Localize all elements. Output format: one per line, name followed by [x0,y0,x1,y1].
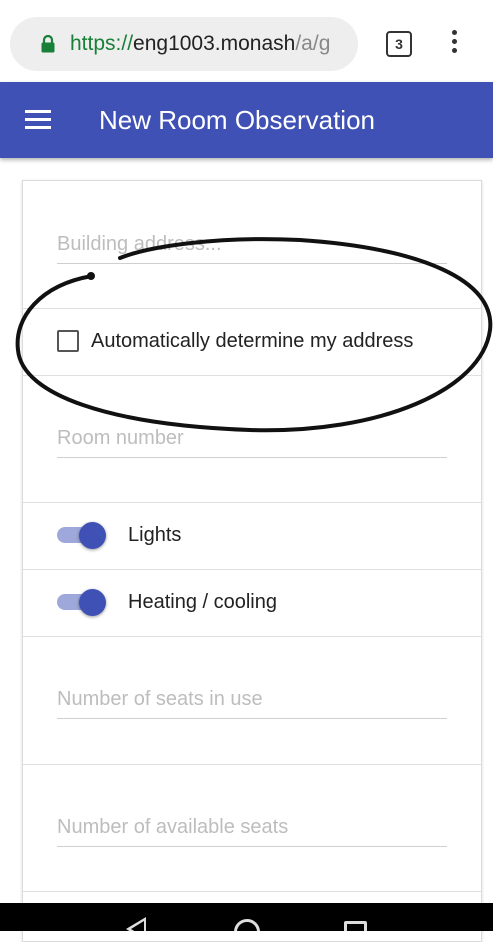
app-bar: New Room Observation [0,82,493,158]
auto-address-checkbox[interactable] [57,330,79,352]
heating-row[interactable]: Heating / cooling [23,569,481,637]
auto-address-label: Automatically determine my address [91,330,414,352]
seats-in-use-input[interactable]: Number of seats in use [57,688,263,711]
url-host: eng1003.monash [133,32,296,55]
building-address-underline [57,263,447,264]
lights-switch[interactable] [57,522,107,549]
recent-apps-icon[interactable] [344,921,367,931]
url-scheme: https:// [70,32,134,55]
available-seats-underline [57,846,447,847]
lights-label: Lights [128,524,182,546]
url-path: /a/g [295,32,331,55]
home-icon[interactable] [234,919,260,931]
building-address-input[interactable]: Building address... [57,233,222,256]
back-icon[interactable] [126,917,146,931]
address-bar[interactable]: https://eng1003.monash/a/g [10,17,358,71]
system-navigation-bar [0,903,493,931]
seats-in-use-underline [57,718,447,719]
url-text: https://eng1003.monash/a/g [70,17,330,71]
heating-switch[interactable] [57,589,107,616]
heating-switch-thumb [79,589,106,616]
auto-address-row[interactable]: Automatically determine my address [23,308,481,376]
lights-switch-thumb [79,522,106,549]
overflow-menu-icon[interactable] [446,30,462,58]
available-seats-input[interactable]: Number of available seats [57,816,288,839]
seats-in-use-row: Number of seats in use [23,636,481,765]
heating-label: Heating / cooling [128,591,277,613]
lights-row[interactable]: Lights [23,502,481,570]
building-address-row: Building address... [23,181,481,309]
observation-form-card: Building address... Automatically determ… [22,180,482,942]
page-title: New Room Observation [99,105,375,135]
room-number-row: Room number [23,375,481,503]
room-number-underline [57,457,447,458]
room-number-input[interactable]: Room number [57,427,184,450]
lock-icon [41,35,55,53]
hamburger-menu-icon[interactable] [25,110,51,130]
available-seats-row: Number of available seats [23,764,481,892]
tab-switcher-button[interactable]: 3 [386,31,412,57]
browser-toolbar: https://eng1003.monash/a/g 3 [0,0,493,82]
